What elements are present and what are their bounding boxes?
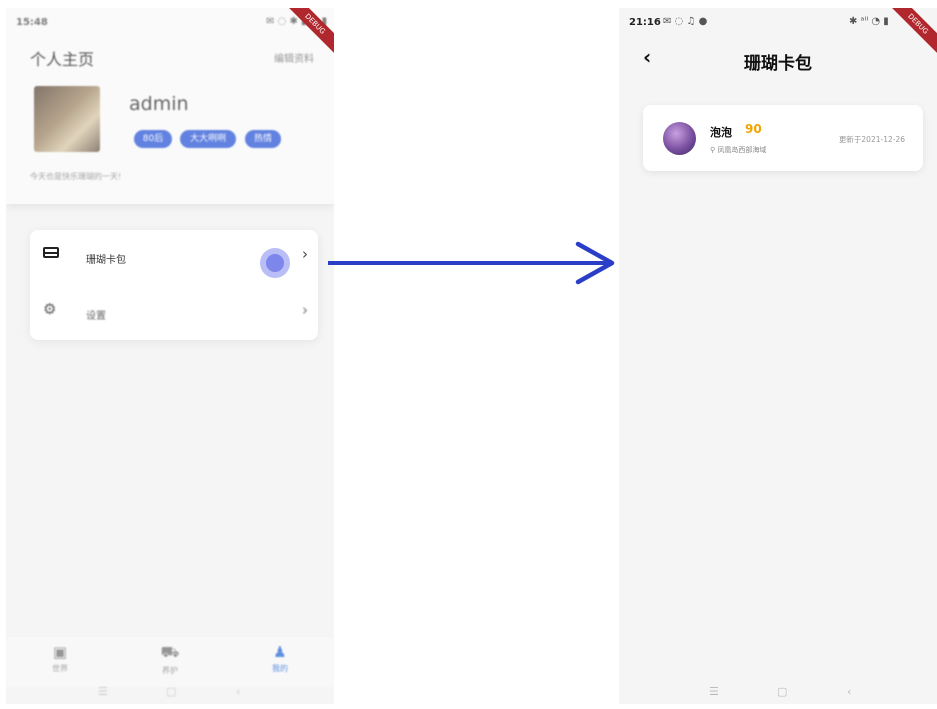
menu-item-settings[interactable]: ⚙ 设置 › <box>30 286 318 340</box>
menu-item-label: 设置 <box>86 311 106 322</box>
coral-score: 90 <box>745 122 762 136</box>
transition-arrow-icon <box>328 241 615 285</box>
back-nav-icon[interactable]: ‹ <box>847 685 851 698</box>
signature: 今天也是快乐珊瑚的一天! <box>30 172 122 181</box>
coral-location: ⚲ 凤凰岛西部海域 <box>710 145 766 155</box>
tag-badge: 热情 <box>245 130 281 148</box>
touch-indicator <box>260 248 290 278</box>
profile-header: 15:48 ✉ ◌ ✱ ▮ ◔ ▮ DEBUG 个人主页 编辑资料 admin … <box>6 8 334 204</box>
system-nav-bar: ☰ ▢ ‹ <box>619 682 937 704</box>
profile-screen: 15:48 ✉ ◌ ✱ ▮ ◔ ▮ DEBUG 个人主页 编辑资料 admin … <box>6 8 334 704</box>
coral-wallet-screen: 21:16 ✉ ◌ ♫ ● ✱ ᵃᴵᴵ ◔ ▮ DEBUG ‹ 珊瑚卡包 泡泡 … <box>619 8 937 704</box>
tab-world[interactable]: ▣ 世界 <box>30 643 90 674</box>
tab-label: 养护 <box>162 666 178 675</box>
tag-badge: 80后 <box>134 130 172 148</box>
edit-profile-link[interactable]: 编辑资料 <box>274 50 314 65</box>
person-icon: ♟ <box>273 643 287 661</box>
status-time: 21:16 <box>629 17 661 28</box>
cart-icon: ⛟ <box>160 643 180 661</box>
chevron-right-icon: › <box>302 245 308 263</box>
avatar[interactable] <box>34 86 100 152</box>
tab-mine[interactable]: ♟ 我的 <box>250 643 310 674</box>
location-text: 凤凰岛西部海域 <box>717 146 767 154</box>
card-icon <box>43 247 59 258</box>
status-bar: 15:48 ✉ ◌ ✱ ▮ ◔ ▮ <box>6 8 334 36</box>
tab-care[interactable]: ⛟ 养护 <box>140 643 200 676</box>
shop-icon: ▣ <box>52 643 68 661</box>
page-title: 个人主页 <box>30 50 95 69</box>
coral-name: 泡泡 <box>710 126 732 139</box>
status-bar: 21:16 ✉ ◌ ♫ ● ✱ ᵃᴵᴵ ◔ ▮ <box>619 8 937 36</box>
menu-nav-icon[interactable]: ☰ <box>709 685 719 698</box>
status-time: 15:48 <box>16 17 48 28</box>
system-nav-bar: ☰ ▢ ‹ <box>6 682 334 704</box>
menu-card: 珊瑚卡包 › ⚙ 设置 › <box>30 230 318 340</box>
tag-badge: 大大咧咧 <box>180 130 236 148</box>
back-nav-icon[interactable]: ‹ <box>236 685 240 698</box>
bottom-tab-bar: ▣ 世界 ⛟ 养护 ♟ 我的 <box>6 636 334 687</box>
tab-label: 世界 <box>52 664 68 673</box>
home-nav-icon[interactable]: ▢ <box>166 685 176 698</box>
chevron-right-icon: › <box>302 301 308 319</box>
coral-card[interactable]: 泡泡 90 ⚲ 凤凰岛西部海域 更新于2021-12-26 <box>643 105 923 171</box>
user-name: admin <box>129 93 189 115</box>
status-icons-right: ✱ ᵃᴵᴵ ◔ ▮ <box>849 16 889 27</box>
location-pin-icon: ⚲ <box>710 146 716 154</box>
coral-avatar <box>663 122 696 155</box>
home-nav-icon[interactable]: ▢ <box>777 685 787 698</box>
status-icons: ✉ ◌ ♫ ● <box>663 16 708 27</box>
menu-nav-icon[interactable]: ☰ <box>98 685 108 698</box>
gear-icon: ⚙ <box>43 300 57 318</box>
tab-label: 我的 <box>272 664 288 673</box>
menu-item-label: 珊瑚卡包 <box>86 255 126 266</box>
updated-date: 更新于2021-12-26 <box>838 135 905 144</box>
page-title: 珊瑚卡包 <box>744 54 812 74</box>
